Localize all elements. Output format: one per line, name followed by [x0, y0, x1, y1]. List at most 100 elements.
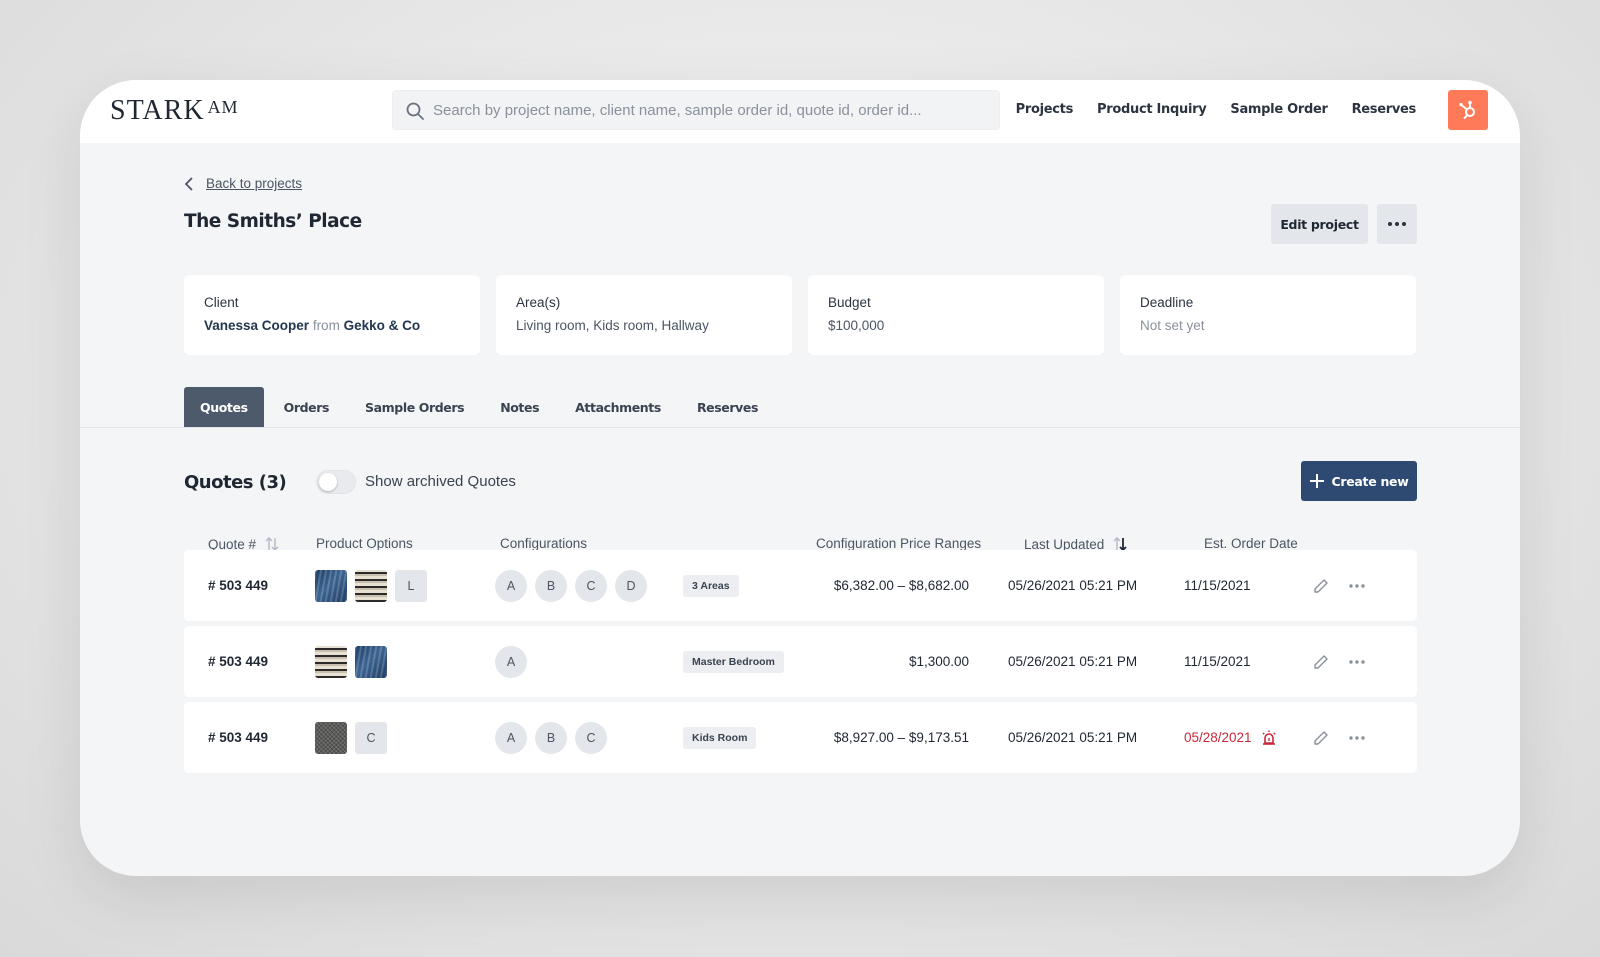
edit-pencil-icon[interactable]: [1313, 730, 1329, 746]
config-badge[interactable]: B: [535, 721, 567, 754]
area-tag: 3 Areas: [683, 574, 739, 597]
config-badge[interactable]: A: [495, 721, 527, 754]
product-options: [315, 626, 395, 697]
nav-projects[interactable]: Projects: [1016, 102, 1074, 117]
brand-logo[interactable]: STARK AM: [110, 95, 239, 127]
configurations: A: [495, 626, 535, 697]
tab-reserves[interactable]: Reserves: [681, 387, 774, 427]
tabs-divider: [80, 427, 1520, 428]
option-letter[interactable]: L: [395, 569, 427, 602]
client-name[interactable]: Vanessa Cooper: [204, 318, 309, 333]
areas-value: Living room, Kids room, Hallway: [516, 318, 709, 333]
client-value: Vanessa Cooper from Gekko & Co: [204, 318, 460, 333]
app-window: STARK AM Search by project name, client n…: [80, 80, 1520, 876]
brand-name: STARK: [110, 95, 205, 126]
option-letter[interactable]: C: [355, 721, 387, 754]
table-row[interactable]: # 503 449 L A B C D 3 Areas $6,382.00 – …: [184, 550, 1417, 621]
edit-pencil-icon[interactable]: [1313, 654, 1329, 670]
fabric-swatch-grey[interactable]: [315, 721, 347, 754]
est-order-date: 11/15/2021: [1184, 626, 1251, 697]
config-badge[interactable]: C: [575, 721, 607, 754]
row-actions: [1313, 550, 1365, 621]
est-order-date: 11/15/2021: [1184, 550, 1251, 621]
deadline-value: Not set yet: [1140, 318, 1205, 333]
row-actions: [1313, 626, 1365, 697]
last-updated: 05/26/2021 05:21 PM: [1008, 654, 1138, 669]
config-badge[interactable]: D: [615, 569, 647, 602]
budget-value: $100,000: [828, 318, 885, 333]
back-to-projects-link[interactable]: Back to projects: [184, 176, 302, 191]
back-link-label: Back to projects: [206, 176, 303, 191]
table-row[interactable]: # 503 449 C A B C Kids Room $8,927.00 – …: [184, 702, 1417, 773]
more-horizontal-icon[interactable]: [1349, 583, 1365, 588]
configurations: A B C: [495, 702, 615, 773]
est-date-value: 05/28/2021: [1184, 730, 1252, 745]
table-row[interactable]: # 503 449 A Master Bedroom $1,300.00 05/…: [184, 626, 1417, 697]
fabric-swatch-blue[interactable]: [315, 569, 347, 602]
search-placeholder: Search by project name, client name, sam…: [433, 102, 922, 119]
est-order-date: 05/28/2021: [1184, 702, 1278, 773]
create-new-button[interactable]: Create new: [1301, 461, 1417, 501]
alarm-icon: [1262, 730, 1276, 745]
show-archived-label[interactable]: Show archived Quotes: [365, 473, 516, 490]
nav-product-inquiry[interactable]: Product Inquiry: [1097, 102, 1207, 117]
create-new-label: Create new: [1331, 473, 1409, 489]
tab-sample-orders[interactable]: Sample Orders: [349, 387, 480, 427]
config-badge[interactable]: A: [495, 645, 527, 678]
deadline-card: Deadline Not set yet: [1120, 275, 1416, 355]
col-price-ranges: Configuration Price Ranges: [816, 536, 982, 551]
hubspot-button[interactable]: [1448, 90, 1488, 130]
col-product-options: Product Options: [316, 536, 413, 551]
client-card: Client Vanessa Cooper from Gekko & Co: [184, 275, 480, 355]
col-est-order-date: Est. Order Date: [1204, 536, 1298, 551]
client-company[interactable]: Gekko & Co: [344, 318, 421, 333]
main-nav: Projects Product Inquiry Sample Order Re…: [1016, 102, 1417, 117]
price-range: $6,382.00 – $8,682.00: [833, 578, 969, 593]
project-more-button[interactable]: [1377, 204, 1417, 244]
chevron-left-icon: [184, 176, 193, 191]
tab-notes[interactable]: Notes: [484, 387, 555, 427]
show-archived-toggle[interactable]: [316, 470, 356, 494]
fabric-swatch-stripe[interactable]: [315, 645, 347, 678]
more-horizontal-icon[interactable]: [1349, 659, 1365, 664]
brand-suffix: AM: [207, 97, 239, 117]
tab-orders[interactable]: Orders: [268, 387, 345, 427]
tab-quotes[interactable]: Quotes: [184, 387, 264, 427]
search-icon: [406, 102, 424, 120]
deadline-label: Deadline: [1140, 295, 1194, 310]
quote-number[interactable]: # 503 449: [208, 702, 268, 773]
area-cell: Kids Room: [683, 702, 757, 773]
client-label: Client: [204, 295, 239, 310]
more-horizontal-icon[interactable]: [1349, 735, 1365, 740]
project-tabs: Quotes Orders Sample Orders Notes Attach…: [184, 387, 778, 427]
last-updated: 05/26/2021 05:21 PM: [1008, 578, 1138, 593]
config-badge[interactable]: C: [575, 569, 607, 602]
areas-label: Area(s): [516, 295, 561, 310]
top-bar: STARK AM Search by project name, client n…: [80, 80, 1520, 143]
toggle-knob: [319, 473, 337, 491]
price-range: $1,300.00: [908, 654, 969, 669]
edit-pencil-icon[interactable]: [1313, 578, 1329, 594]
nav-reserves[interactable]: Reserves: [1352, 102, 1417, 117]
search-bar[interactable]: Search by project name, client name, sam…: [392, 90, 1000, 130]
quote-number[interactable]: # 503 449: [208, 550, 268, 621]
row-actions: [1313, 702, 1365, 773]
nav-sample-order[interactable]: Sample Order: [1230, 102, 1327, 117]
area-tag: Kids Room: [683, 726, 757, 749]
fabric-swatch-stripe[interactable]: [355, 569, 387, 602]
tab-attachments[interactable]: Attachments: [559, 387, 677, 427]
product-options: C: [315, 702, 387, 773]
configurations: A B C D: [495, 550, 655, 621]
client-from: from: [312, 318, 340, 333]
fabric-swatch-blue[interactable]: [355, 645, 387, 678]
config-badge[interactable]: B: [535, 569, 567, 602]
est-date-value: 11/15/2021: [1184, 578, 1251, 593]
edit-project-button[interactable]: Edit project: [1271, 204, 1368, 244]
quotes-title: Quotes (3): [184, 472, 287, 493]
page-title: The Smiths’ Place: [184, 211, 362, 232]
config-badge[interactable]: A: [495, 569, 527, 602]
col-configurations: Configurations: [500, 536, 588, 551]
last-updated: 05/26/2021 05:21 PM: [1008, 730, 1138, 745]
quote-number[interactable]: # 503 449: [208, 626, 268, 697]
area-tag: Master Bedroom: [683, 650, 784, 673]
